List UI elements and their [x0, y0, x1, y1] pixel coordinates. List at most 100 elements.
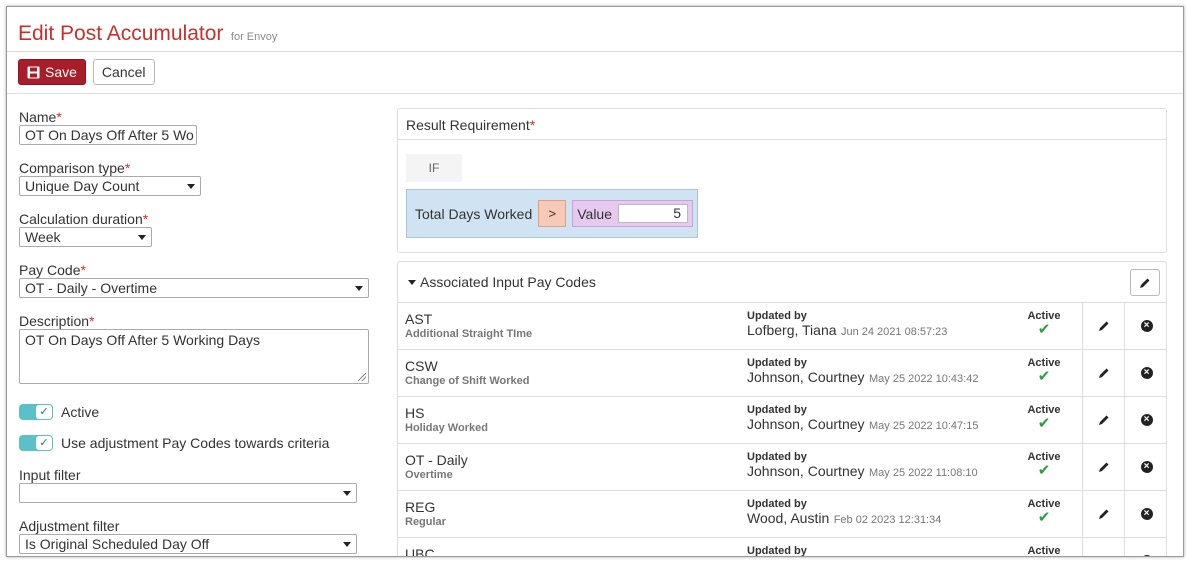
caret-down-icon [408, 279, 416, 285]
updated-by-label: Updated by [747, 310, 807, 322]
page-title: Edit Post Accumulator [18, 22, 224, 45]
active-toggle-label: Active [61, 404, 100, 420]
active-cell: Active✔ [1012, 451, 1076, 479]
pay-code: UBC [405, 546, 435, 557]
updated-date: May 25 2022 10:47:15 [868, 420, 979, 432]
updated-by-label: Updated by [747, 404, 807, 416]
pay-code: CSW [405, 358, 438, 374]
name-label: Name* [19, 109, 62, 125]
associated-pay-codes-header[interactable]: Associated Input Pay Codes [398, 262, 1166, 303]
associated-pay-codes-title: Associated Input Pay Codes [420, 274, 596, 290]
remove-row-button[interactable]: × [1124, 538, 1168, 556]
if-tab[interactable]: IF [406, 154, 462, 182]
remove-row-button[interactable]: × [1124, 397, 1168, 443]
remove-row-button[interactable]: × [1124, 350, 1168, 396]
remove-row-button[interactable]: × [1124, 444, 1168, 490]
pay-code-cell: CSW Change of Shift Worked [405, 358, 529, 387]
edit-pay-codes-button[interactable] [1130, 269, 1160, 296]
input-filter-label: Input filter [19, 467, 81, 483]
check-icon: ✔ [1037, 509, 1051, 526]
updated-date: May 25 2022 10:43:42 [868, 373, 979, 385]
remove-row-button[interactable]: × [1124, 303, 1168, 349]
updated-date: Feb 02 2023 12:31:34 [833, 514, 942, 526]
updated-by-cell: Updated by Lofberg, Tiana Jun 24 2021 08:… [747, 310, 947, 340]
updated-by-name: Johnson, Courtney [747, 369, 865, 385]
check-icon: ✔ [1037, 368, 1051, 385]
table-row: CSW Change of Shift Worked Updated by Johns… [398, 350, 1166, 397]
updated-by-name: Johnson, Courtney [747, 463, 865, 479]
table-row: AST Additional Straight TIme Updated by Lof… [398, 303, 1166, 350]
close-circle-icon: × [1140, 320, 1153, 332]
condition-metric: Total Days Worked [415, 205, 533, 222]
associated-pay-codes-panel: Associated Input Pay Codes AST Additional… [397, 261, 1168, 557]
check-icon: ✓ [36, 436, 52, 450]
edit-row-button[interactable] [1082, 538, 1124, 557]
name-input[interactable]: OT On Days Off After 5 Wo [19, 125, 197, 145]
pay-code-description: Overtime [405, 469, 453, 481]
chevron-down-icon [355, 285, 363, 291]
chevron-down-icon [343, 490, 351, 496]
description-label: Description* [19, 313, 95, 329]
active-toggle-row: ✓ Active [19, 404, 99, 420]
table-row: UBC Updated by Active✔ × [398, 538, 1168, 557]
close-circle-icon: × [1140, 367, 1153, 379]
table-row: REG Regular Updated by Wood, Austin Feb 02 … [398, 491, 1166, 538]
updated-by-label: Updated by [747, 498, 807, 510]
comparison-type-label: Comparison type* [19, 160, 131, 176]
value-label: Value [577, 205, 613, 222]
pencil-icon [1140, 278, 1150, 288]
adjustment-filter-label: Adjustment filter [19, 518, 120, 534]
table-row: OT - Daily Overtime Updated by Johnson, Cou… [398, 444, 1166, 491]
active-toggle[interactable]: ✓ [19, 404, 53, 420]
cancel-button[interactable]: Cancel [92, 59, 155, 85]
updated-by-name: Wood, Austin [747, 510, 830, 526]
edit-row-button[interactable] [1082, 491, 1124, 537]
updated-by-cell: Updated by Wood, Austin Feb 02 2023 12:31… [747, 498, 941, 528]
pencil-icon [1098, 509, 1108, 519]
operator-button[interactable]: > [538, 200, 567, 227]
edit-row-button[interactable] [1082, 303, 1124, 349]
pencil-icon [1098, 368, 1108, 378]
adjustment-toggle-label: Use adjustment Pay Codes towards criteri… [61, 435, 330, 451]
pencil-icon [1098, 555, 1110, 557]
check-icon: ✔ [1037, 415, 1051, 432]
remove-row-button[interactable]: × [1124, 491, 1168, 537]
edit-row-button[interactable] [1082, 350, 1124, 396]
check-icon: ✔ [1037, 462, 1051, 479]
updated-by-label: Updated by [747, 451, 807, 463]
condition-block[interactable]: Total Days Worked > Value 5 [406, 189, 698, 238]
comparison-type-select[interactable]: Unique Day Count [19, 176, 201, 196]
chevron-down-icon [187, 183, 195, 189]
updated-by-name: Johnson, Courtney [747, 416, 865, 432]
pay-code-select[interactable]: OT - Daily - Overtime [19, 278, 369, 298]
pay-code: HS [405, 405, 425, 421]
pay-code-description: Additional Straight TIme [405, 328, 533, 340]
input-filter-select[interactable] [19, 483, 357, 503]
active-cell: Active✔ [1012, 357, 1076, 385]
pay-code-label: Pay Code* [19, 262, 86, 278]
pay-code-cell: UBC [405, 546, 435, 557]
updated-by-label: Updated by [747, 545, 807, 557]
adjustment-filter-select[interactable]: Is Original Scheduled Day Off [19, 534, 357, 554]
active-cell: Active✔ [1012, 545, 1076, 556]
result-requirement-header: Result Requirement* [398, 109, 1166, 140]
title-bar: Edit Post Accumulator for Envoy [7, 7, 1183, 52]
pencil-icon [1098, 462, 1108, 472]
active-cell: Active✔ [1012, 310, 1076, 338]
pay-code: REG [405, 499, 436, 515]
save-button[interactable]: Save [18, 59, 86, 85]
value-input[interactable]: 5 [618, 204, 689, 223]
toolbar: Save Cancel [7, 52, 1183, 94]
resize-handle-icon[interactable] [358, 373, 366, 381]
active-cell: Active✔ [1012, 498, 1076, 526]
description-textarea[interactable]: OT On Days Off After 5 Working Days [19, 329, 369, 384]
save-button-label: Save [45, 64, 77, 80]
adjustment-toggle[interactable]: ✓ [19, 435, 53, 451]
calculation-duration-select[interactable]: Week [19, 227, 152, 247]
updated-by-cell: Updated by Johnson, Courtney May 25 2022 … [747, 404, 978, 434]
edit-row-button[interactable] [1082, 397, 1124, 443]
updated-by-cell: Updated by Johnson, Courtney May 25 2022 … [747, 451, 978, 481]
pay-code-cell: OT - Daily Overtime [405, 452, 468, 481]
page-subtitle: for Envoy [230, 31, 278, 43]
edit-row-button[interactable] [1082, 444, 1124, 490]
